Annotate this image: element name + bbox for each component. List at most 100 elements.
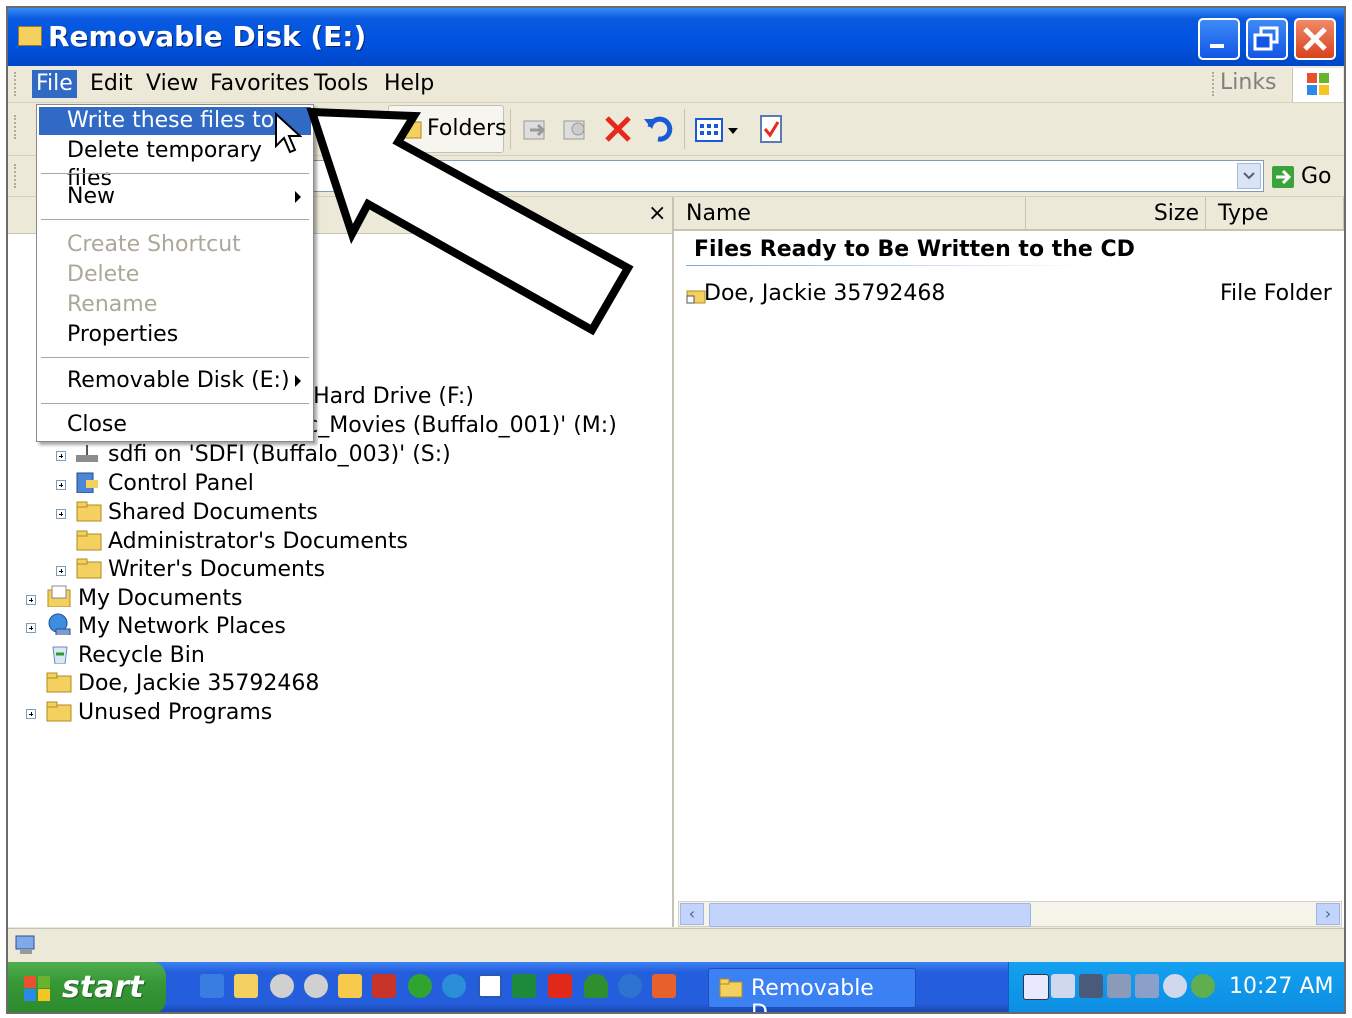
views-icon[interactable] [694,117,742,145]
minimize-button[interactable] [1198,18,1240,60]
tree-item[interactable]: My Documents [78,585,242,613]
start-label: start [62,970,144,1005]
my-documents-icon [47,585,71,607]
menu-separator [41,173,309,174]
tray-icon[interactable] [1079,974,1103,998]
expand-icon[interactable] [26,595,36,605]
file-list-pane: Name Size Type Files Ready to Be Written… [674,197,1344,927]
tree-item[interactable]: ic_Movies (Buffalo_001)' (M:) [300,412,617,440]
network-x-icon[interactable] [1107,974,1131,998]
sync-icon[interactable] [618,974,642,998]
go-arrow-icon [1272,166,1294,188]
menu-delete-temporary-files[interactable]: Delete temporary files [39,137,311,191]
start-button[interactable]: start [8,962,166,1012]
folder-icon [76,530,102,551]
control-panel-icon [76,472,98,493]
expand-icon[interactable] [56,509,66,519]
close-pane-icon[interactable]: × [648,201,666,226]
ie-icon[interactable] [200,974,224,998]
menu-write-files-to-cd[interactable]: Write these files to CD [39,107,311,161]
tree-item[interactable]: Control Panel [108,470,254,498]
menu-properties[interactable]: Properties [39,321,311,349]
file-row-type: File Folder [1220,281,1332,306]
tray-icon[interactable] [1023,974,1049,1000]
tray-icon[interactable] [1163,974,1187,998]
expand-icon[interactable] [26,709,36,719]
tree-item[interactable]: l Hard Drive (F:) [300,383,474,411]
windows-logo-icon [1292,68,1343,102]
expand-icon[interactable] [56,480,66,490]
folder-icon [46,672,72,693]
folder-icon [76,558,102,579]
scroll-left-button[interactable]: ‹ [680,903,704,925]
outlook-icon[interactable] [652,974,676,998]
explorer-icon[interactable] [234,974,258,998]
menu-view[interactable]: View [142,70,202,98]
menu-grip[interactable] [14,72,19,96]
tool-icon[interactable] [372,974,396,998]
group-divider [686,265,1086,266]
media-icon[interactable] [270,974,294,998]
menu-separator [41,219,309,220]
tray-icon[interactable] [1135,974,1159,998]
tree-item[interactable]: Recycle Bin [78,642,205,670]
column-header-size[interactable]: Size [1026,197,1206,231]
excel-icon[interactable] [512,974,536,998]
expand-icon[interactable] [26,623,36,633]
tree-item[interactable]: Doe, Jackie 35792468 [78,670,319,698]
network-icon[interactable] [442,974,466,998]
tree-item[interactable]: Writer's Documents [108,556,325,584]
player-icon[interactable] [408,974,432,998]
window-title: Removable Disk (E:) [48,20,367,53]
notes-icon[interactable] [338,974,362,998]
taskbar: start Removable D... 10:27 AM [8,962,1344,1012]
menu-close[interactable]: Close [39,411,311,439]
tree-item[interactable]: sdfi on 'SDFI (Buffalo_003)' (S:) [108,441,451,469]
task-checklist-icon[interactable] [758,113,786,145]
windows-logo-icon [24,976,50,1001]
address-dropdown-button[interactable] [1237,163,1261,189]
menu-removable-disk[interactable]: Removable Disk (E:) [39,367,311,395]
tree-item[interactable]: My Network Places [78,613,286,641]
menu-favorites[interactable]: Favorites [206,70,313,98]
taskbar-window-button[interactable]: Removable D... [708,968,916,1012]
clock[interactable]: 10:27 AM [1229,974,1333,999]
tree-item[interactable]: Administrator's Documents [108,528,408,556]
menu-help[interactable]: Help [380,70,438,98]
go-button[interactable]: Go [1272,164,1332,189]
menu-tools[interactable]: Tools [310,70,372,98]
title-bar[interactable]: Removable Disk (E:) [8,8,1344,66]
recycle-bin-icon [52,646,68,664]
close-button[interactable] [1294,18,1336,60]
toolbar-grip[interactable] [14,115,19,139]
horizontal-scrollbar[interactable]: ‹ › [678,901,1342,927]
acrobat-icon[interactable] [548,974,572,998]
column-header-type[interactable]: Type [1206,197,1344,231]
links-grip[interactable] [1212,72,1217,96]
system-tray: 10:27 AM [1008,962,1344,1012]
menu-edit[interactable]: Edit [86,70,137,98]
submenu-arrow-icon [295,375,301,387]
tray-icon[interactable] [1051,974,1075,998]
menu-separator [41,357,309,358]
expand-icon[interactable] [56,566,66,576]
menu-rename: Rename [67,292,158,317]
expand-icon[interactable] [56,451,66,461]
links-toolbar[interactable]: Links [1220,70,1277,95]
menu-file[interactable]: File [32,70,77,98]
restore-button[interactable] [1246,18,1288,60]
scroll-thumb[interactable] [709,903,1031,927]
tray-icon[interactable] [1191,974,1215,998]
network-places-icon [48,613,71,635]
address-grip[interactable] [14,164,19,188]
word-icon[interactable] [478,974,502,998]
tree-item[interactable]: Unused Programs [78,699,272,727]
tree-item[interactable]: Shared Documents [108,499,318,527]
undo-icon[interactable] [642,113,674,145]
media-icon[interactable] [304,974,328,998]
column-header-name[interactable]: Name [674,197,1026,231]
scroll-right-button[interactable]: › [1316,903,1340,925]
file-row-name[interactable]: Doe, Jackie 35792468 [704,281,945,306]
menu-new[interactable]: New [39,183,311,211]
tree-icon[interactable] [584,974,608,998]
